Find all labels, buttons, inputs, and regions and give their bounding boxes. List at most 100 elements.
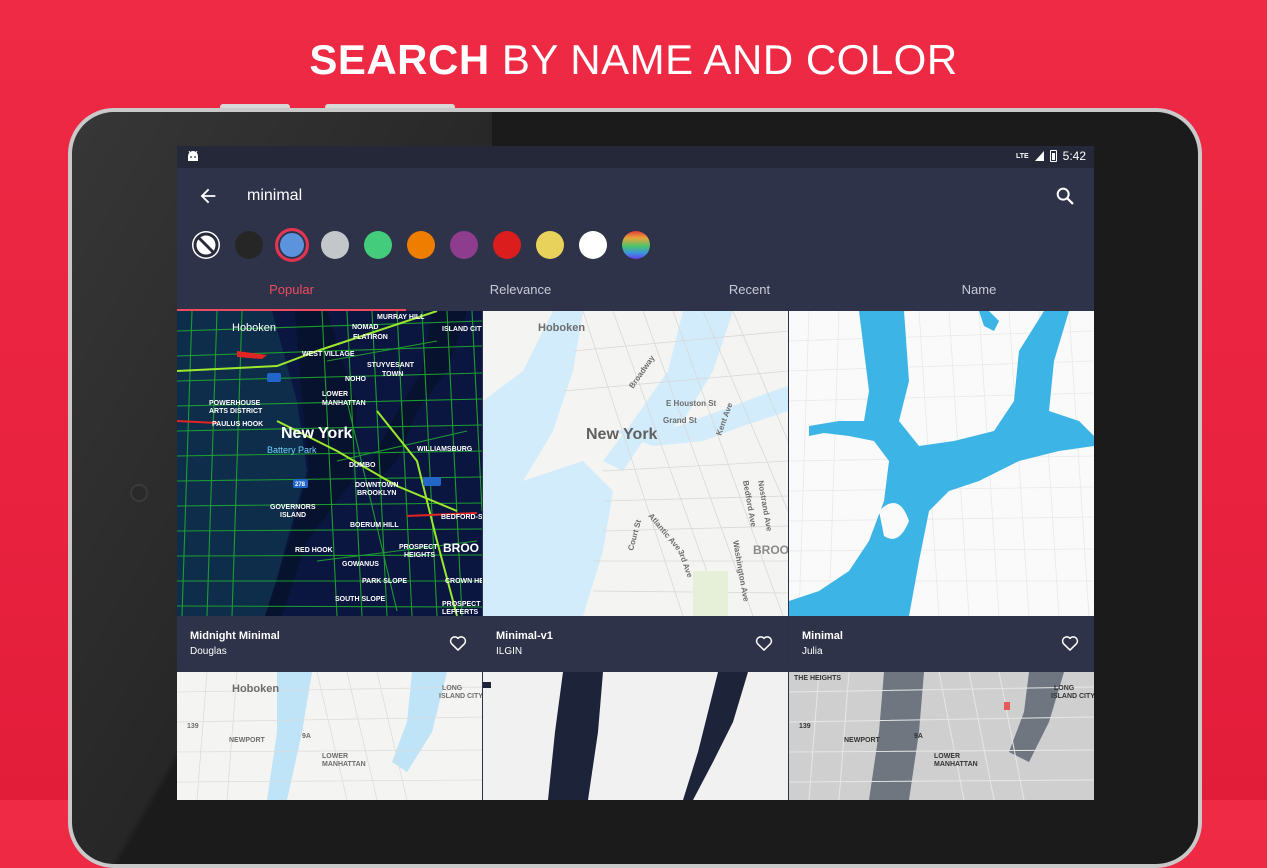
- color-filter-bar: [177, 224, 1094, 268]
- svg-text:BROO: BROO: [753, 543, 788, 557]
- color-filter-white[interactable]: [579, 231, 607, 259]
- svg-text:PROSPECT: PROSPECT: [399, 544, 438, 551]
- map-preview-dark-water[interactable]: [483, 672, 788, 800]
- style-card[interactable]: Hoboken New York BROO Broadway E Houston…: [483, 311, 788, 671]
- svg-text:MANHATTAN: MANHATTAN: [322, 761, 366, 768]
- promo-headline-bold: SEARCH: [309, 36, 490, 83]
- svg-text:LEFFERTS: LEFFERTS: [442, 609, 478, 616]
- network-type: LTE: [1015, 152, 1029, 160]
- magnifier-icon[interactable]: [1054, 185, 1076, 207]
- style-card[interactable]: [483, 672, 788, 800]
- style-card[interactable]: Minimal Julia: [789, 311, 1094, 671]
- svg-text:GOVERNORS: GOVERNORS: [270, 504, 316, 511]
- svg-text:RED HOOK: RED HOOK: [295, 547, 333, 554]
- svg-text:STUYVESANT: STUYVESANT: [367, 362, 415, 369]
- svg-text:LOWER: LOWER: [322, 391, 348, 398]
- color-filter-multicolor[interactable]: [622, 231, 650, 259]
- style-title: Minimal-v1: [496, 630, 553, 642]
- svg-text:LOWER: LOWER: [934, 753, 960, 760]
- svg-text:DUMBO: DUMBO: [349, 462, 376, 469]
- style-title: Midnight Minimal: [190, 630, 280, 642]
- map-preview-light[interactable]: Hoboken 139 NEWPORT 9A LOWER MANHATTAN L…: [177, 672, 482, 800]
- svg-text:WILLIAMSBURG: WILLIAMSBURG: [417, 446, 473, 453]
- svg-text:278: 278: [295, 482, 306, 488]
- svg-text:BOERUM HILL: BOERUM HILL: [350, 522, 399, 529]
- android-notification-icon: [188, 151, 198, 161]
- style-card-footer: Midnight Minimal Douglas: [177, 616, 482, 671]
- map-preview-midnight[interactable]: 278 Hoboken MURRAY HILL ISLAND CITY NOMA…: [177, 311, 482, 616]
- svg-text:ISLAND CITY: ISLAND CITY: [442, 326, 482, 333]
- color-filter-yellow[interactable]: [536, 231, 564, 259]
- style-grid: 278 Hoboken MURRAY HILL ISLAND CITY NOMA…: [177, 311, 1094, 800]
- style-author: ILGIN: [496, 646, 523, 657]
- svg-text:LONG: LONG: [442, 685, 463, 692]
- svg-text:PARK SLOPE: PARK SLOPE: [362, 578, 407, 585]
- style-card[interactable]: 278 Hoboken MURRAY HILL ISLAND CITY NOMA…: [177, 311, 482, 671]
- svg-text:BEDFORD-STUY: BEDFORD-STUY: [441, 514, 482, 521]
- svg-text:NOMAD: NOMAD: [352, 324, 378, 331]
- svg-text:TOWN: TOWN: [382, 371, 403, 378]
- status-bar: LTE 5:42: [177, 146, 1094, 168]
- sort-tabs: Popular Relevance Recent Name: [177, 268, 1094, 311]
- signal-icon: [1034, 151, 1044, 161]
- svg-text:BROOKLYN: BROOKLYN: [357, 490, 396, 497]
- svg-text:FLATIRON: FLATIRON: [353, 334, 388, 341]
- heart-icon[interactable]: [754, 633, 774, 653]
- svg-text:MURRAY HILL: MURRAY HILL: [377, 314, 425, 321]
- color-filter-blue[interactable]: [275, 228, 309, 262]
- svg-text:139: 139: [187, 723, 199, 730]
- color-filter-orange[interactable]: [407, 231, 435, 259]
- map-preview-minimal-v1[interactable]: Hoboken New York BROO Broadway E Houston…: [483, 311, 788, 616]
- map-preview-gray[interactable]: THE HEIGHTS NEWPORT LOWER MANHATTAN LONG…: [789, 672, 1094, 800]
- color-filter-black[interactable]: [235, 231, 263, 259]
- tab-popular[interactable]: Popular: [177, 268, 406, 311]
- svg-text:9A: 9A: [302, 733, 311, 740]
- color-filter-gray[interactable]: [321, 231, 349, 259]
- svg-text:9A: 9A: [914, 733, 923, 740]
- style-author: Douglas: [190, 646, 227, 657]
- color-filter-red[interactable]: [493, 231, 521, 259]
- svg-text:Hoboken: Hoboken: [232, 322, 276, 334]
- heart-icon[interactable]: [1060, 633, 1080, 653]
- svg-text:POWERHOUSE: POWERHOUSE: [209, 400, 261, 407]
- battery-icon: [1049, 150, 1057, 162]
- tab-name[interactable]: Name: [864, 268, 1094, 311]
- svg-text:139: 139: [799, 723, 811, 730]
- svg-text:ISLAND CITY: ISLAND CITY: [439, 693, 482, 700]
- svg-text:E Houston St: E Houston St: [666, 399, 717, 408]
- svg-text:MANHATTAN: MANHATTAN: [322, 400, 366, 407]
- search-toolbar: [177, 168, 1094, 224]
- clock: 5:42: [1062, 149, 1086, 163]
- svg-text:Battery Park: Battery Park: [267, 445, 317, 455]
- svg-text:ISLAND: ISLAND: [280, 512, 306, 519]
- tab-recent[interactable]: Recent: [635, 268, 864, 311]
- svg-text:LONG: LONG: [1054, 685, 1075, 692]
- style-card[interactable]: THE HEIGHTS NEWPORT LOWER MANHATTAN LONG…: [789, 672, 1094, 800]
- svg-text:ISLAND CITY: ISLAND CITY: [1051, 693, 1094, 700]
- style-card[interactable]: Hoboken 139 NEWPORT 9A LOWER MANHATTAN L…: [177, 672, 482, 800]
- svg-text:New York: New York: [281, 425, 353, 442]
- tab-relevance[interactable]: Relevance: [406, 268, 635, 311]
- app-screen: LTE 5:42 Pop: [177, 146, 1094, 800]
- svg-text:New York: New York: [586, 426, 658, 443]
- search-input[interactable]: [247, 184, 847, 208]
- svg-text:LOWER: LOWER: [322, 753, 348, 760]
- svg-text:DOWNTOWN: DOWNTOWN: [355, 482, 398, 489]
- svg-text:THE HEIGHTS: THE HEIGHTS: [794, 675, 841, 682]
- map-preview-minimal[interactable]: [789, 311, 1094, 616]
- color-filter-none[interactable]: [192, 231, 220, 259]
- svg-text:WEST VILLAGE: WEST VILLAGE: [302, 351, 355, 358]
- color-filter-green[interactable]: [364, 231, 392, 259]
- heart-icon[interactable]: [448, 633, 468, 653]
- svg-text:CROWN HE: CROWN HE: [445, 578, 482, 585]
- style-author: Julia: [802, 646, 823, 657]
- style-card-footer: Minimal-v1 ILGIN: [483, 616, 788, 671]
- svg-text:ARTS DISTRICT: ARTS DISTRICT: [209, 408, 263, 415]
- status-indicators: LTE 5:42: [1016, 149, 1086, 163]
- color-filter-purple[interactable]: [450, 231, 478, 259]
- svg-text:GOWANUS: GOWANUS: [342, 561, 379, 568]
- arrow-left-icon[interactable]: [197, 185, 219, 207]
- front-camera: [130, 484, 148, 502]
- svg-text:Grand St: Grand St: [663, 416, 697, 425]
- svg-text:MANHATTAN: MANHATTAN: [934, 761, 978, 768]
